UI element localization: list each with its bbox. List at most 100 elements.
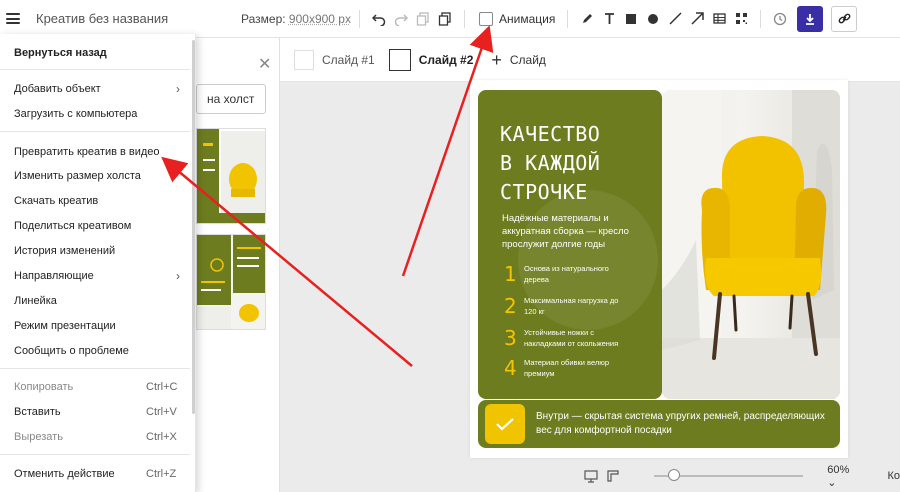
paste-icon[interactable] (434, 8, 456, 30)
feature-item[interactable]: 4 Материал обивки велюр премиум (504, 356, 624, 380)
menu-item-label: Линейка (14, 295, 57, 307)
feature-number: 3 (504, 326, 517, 350)
feature-text: Устойчивые ножки с накладками от скольже… (524, 328, 619, 348)
table-icon[interactable] (708, 8, 730, 30)
divider (463, 9, 465, 28)
armchair-photo[interactable] (662, 90, 840, 399)
presentation-icon[interactable] (580, 465, 602, 487)
tab-slide-1[interactable]: Слайд #1 (294, 49, 375, 70)
text-panel[interactable]: КАЧЕСТВО В КАЖДОЙ СТРОЧКЕ Надёжные матер… (478, 90, 662, 399)
menu-item-resize-canvas[interactable]: Изменить размер холста (0, 165, 196, 187)
menu-divider (0, 454, 190, 455)
pen-icon[interactable] (576, 8, 598, 30)
headline[interactable]: КАЧЕСТВО В КАЖДОЙ СТРОЧКЕ (500, 120, 660, 207)
size-label: Размер: (241, 11, 286, 26)
top-toolbar: Креатив без названия Размер: 900x900 px … (0, 0, 900, 38)
menu-item-to-video[interactable]: Превратить креатив в видео (0, 141, 196, 163)
animation-toggle[interactable]: Анимация (478, 11, 556, 26)
template-thumbnail[interactable] (196, 128, 266, 224)
menu-item-label: Превратить креатив в видео (14, 146, 160, 158)
menu-shortcut: Ctrl+C (146, 381, 178, 393)
menu-item-report[interactable]: Сообщить о проблеме (0, 340, 196, 362)
menu-item-presentation[interactable]: Режим презентации (0, 315, 196, 337)
menu-item-go-back[interactable]: Вернуться назад (0, 42, 196, 64)
bottom-text[interactable]: Внутри — скрытая система упругих ремней,… (536, 410, 826, 438)
zoom-slider[interactable] (653, 469, 804, 481)
menu-item-label: Отменить действие (14, 468, 115, 480)
menu-item-label: Скачать креатив (14, 195, 99, 207)
tab-slide-2[interactable]: Слайд #2 (388, 48, 474, 71)
add-slide-label[interactable]: Слайд (510, 53, 546, 67)
chevron-right-icon: › (176, 269, 180, 283)
document-title[interactable]: Креатив без названия (36, 11, 236, 26)
circle-icon[interactable] (642, 8, 664, 30)
menu-item-share[interactable]: Поделиться креативом (0, 215, 196, 237)
menu-item-history[interactable]: История изменений (0, 240, 196, 262)
menu-item-label: Сообщить о проблеме (14, 345, 129, 357)
link-icon (838, 13, 851, 24)
feature-item[interactable]: 3 Устойчивые ножки с накладками от сколь… (504, 326, 624, 350)
slide-thumbnail (388, 48, 411, 71)
feature-item[interactable]: 1 Основа из натурального дерева (504, 262, 624, 286)
zoom-select[interactable]: 60% ⌄ (827, 464, 861, 489)
menu-item-download[interactable]: Скачать креатив (0, 190, 196, 212)
subtitle[interactable]: Надёжные материалы и аккуратная сборка —… (502, 212, 652, 251)
menu-item-guides[interactable]: Направляющие › (0, 265, 196, 287)
history-icon[interactable] (769, 8, 791, 30)
template-thumbnail[interactable] (196, 234, 266, 330)
menu-shortcut: Ctrl+Z (146, 468, 177, 480)
add-to-canvas-label: на холст (207, 92, 255, 106)
feature-number: 1 (504, 262, 517, 286)
menu-item-upload[interactable]: Загрузить с компьютера (0, 103, 196, 125)
size-value[interactable]: 900x900 px (289, 12, 351, 26)
menu-item-add-object[interactable]: Добавить объект › (0, 78, 196, 100)
undo-icon[interactable] (368, 8, 390, 30)
redo-icon[interactable] (390, 8, 412, 30)
tab-label: Слайд #2 (418, 52, 474, 67)
menu-item-label: Копировать (14, 381, 74, 393)
status-bar: 60% ⌄ Ко (580, 464, 900, 489)
menu-item-label: Загрузить с компьютера (14, 108, 138, 120)
menu-item-label: Поделиться креативом (14, 220, 132, 232)
menu-item-label: Изменить размер холста (14, 170, 141, 182)
menu-scrollbar[interactable] (192, 40, 195, 414)
add-to-canvas-button[interactable]: на холст (196, 84, 266, 114)
menu-item-undo[interactable]: Отменить действие Ctrl+Z (0, 463, 196, 485)
slide-tabs: Слайд #1 Слайд #2 + Слайд (280, 38, 900, 82)
feature-item[interactable]: 2 Максимальная нагрузка до 120 кг (504, 294, 624, 318)
download-icon (806, 13, 815, 25)
rectangle-icon[interactable] (620, 8, 642, 30)
qr-code-icon[interactable] (730, 8, 752, 30)
line-icon[interactable] (664, 8, 686, 30)
divider (358, 9, 360, 28)
animation-label: Анимация (498, 11, 556, 26)
text-icon[interactable] (598, 8, 620, 30)
comments-label[interactable]: Ко (887, 470, 900, 482)
menu-icon[interactable] (6, 13, 20, 24)
feature-text: Основа из натурального дерева (524, 264, 609, 284)
menu-item-ruler[interactable]: Линейка (0, 290, 196, 312)
divider (760, 9, 762, 28)
zoom-slider-handle[interactable] (667, 469, 680, 481)
menu-item-label: Добавить объект (14, 83, 101, 95)
checkmark-icon (485, 404, 525, 444)
menu-divider (0, 69, 190, 70)
main-menu: Вернуться назад Добавить объект › Загрузи… (0, 34, 196, 492)
download-button[interactable] (797, 5, 824, 32)
menu-item-copy[interactable]: Копировать Ctrl+C (0, 376, 196, 398)
headline-line: СТРОЧКЕ (500, 180, 588, 204)
close-icon[interactable]: ✕ (258, 54, 271, 74)
canvas[interactable]: КАЧЕСТВО В КАЖДОЙ СТРОЧКЕ Надёжные матер… (470, 80, 848, 458)
bottom-banner[interactable]: Внутри — скрытая система упругих ремней,… (478, 400, 840, 448)
arrow-tool-icon[interactable] (686, 8, 708, 30)
animation-checkbox[interactable] (478, 11, 493, 26)
canvas-size[interactable]: Размер: 900x900 px (241, 12, 351, 26)
menu-item-paste[interactable]: Вставить Ctrl+V (0, 401, 196, 423)
copy-icon[interactable] (412, 8, 434, 30)
menu-shortcut: Ctrl+X (146, 431, 177, 443)
ruler-icon[interactable] (602, 465, 624, 487)
add-slide-icon[interactable]: + (491, 51, 502, 69)
menu-item-label: Вырезать (14, 431, 63, 443)
menu-item-cut[interactable]: Вырезать Ctrl+X (0, 426, 196, 448)
share-link-button[interactable] (831, 5, 858, 32)
